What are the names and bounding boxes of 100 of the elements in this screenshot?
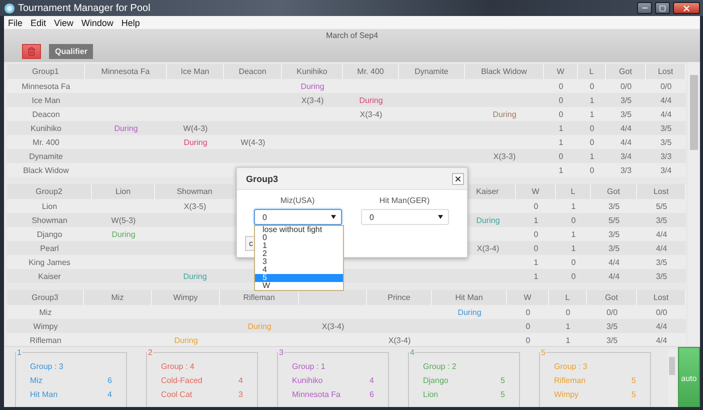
stat-value: 0 <box>558 96 564 104</box>
player-score: 6 <box>370 390 374 400</box>
group-label: Group : 4 <box>161 362 196 372</box>
column-header: W <box>532 187 540 196</box>
column-header: Black Widow <box>481 67 527 76</box>
match-result: X(3-4) <box>360 110 382 118</box>
menu-item[interactable]: Help <box>121 18 140 28</box>
scrollbar-thumb[interactable] <box>690 75 698 150</box>
column-header: L <box>565 293 570 302</box>
stat-value: 4/4 <box>620 124 632 132</box>
stat-value: 3/5 <box>620 96 632 104</box>
close-icon <box>454 174 462 182</box>
stat-value: 0 <box>558 82 564 90</box>
stat-value: 0 <box>571 258 576 266</box>
column-header: Prince <box>388 293 410 302</box>
match-status: During <box>248 322 272 330</box>
player-score: 4 <box>370 376 374 386</box>
stat-value: 1 <box>534 272 538 280</box>
stat-value: 4/4 <box>660 96 672 104</box>
column-header: Lion <box>115 187 131 196</box>
column-header: W <box>556 67 564 76</box>
column-header: Got <box>619 67 632 76</box>
column-header: Kunihiko <box>296 67 328 76</box>
column-header: Dynamite <box>414 67 448 76</box>
player-name: Mr. 400 <box>32 138 60 146</box>
player-name: Deacon <box>32 110 60 118</box>
player-score: 5 <box>632 390 636 400</box>
stat-value: 3/5 <box>608 230 620 238</box>
player-name: Miz <box>39 308 52 316</box>
stat-value: 0 <box>558 152 564 160</box>
match-status: During <box>300 82 324 90</box>
player-name: Lion <box>42 202 58 210</box>
player-name: Showman <box>32 216 68 224</box>
stat-value: 0 <box>571 216 576 224</box>
match-result: X(3-3) <box>493 152 516 160</box>
card-number: 2 <box>147 348 154 357</box>
qualifier-button[interactable]: Qualifier <box>49 44 94 59</box>
minimize-button[interactable] <box>637 2 652 14</box>
stat-value: 0 <box>590 82 594 90</box>
close-button[interactable] <box>673 2 700 14</box>
stat-value: 4/4 <box>656 322 668 330</box>
caret-icon <box>330 215 336 219</box>
caret-icon <box>438 215 442 219</box>
scrollbar[interactable] <box>688 62 700 346</box>
column-header: Lost <box>653 187 669 196</box>
scrollbar-thumb[interactable] <box>669 357 675 375</box>
stat-value: 1 <box>590 96 594 104</box>
stat-value: 0 <box>534 244 538 252</box>
match-result: W(4-3) <box>183 124 208 132</box>
menu-item[interactable]: File <box>8 18 23 28</box>
card-number: 1 <box>16 348 22 357</box>
stat-value: 1 <box>590 152 594 160</box>
stat-value: 3/4 <box>620 152 632 160</box>
stat-value: 4/4 <box>656 244 668 252</box>
player-name: Django <box>423 376 448 386</box>
stat-value: 3/5 <box>608 244 620 252</box>
player-score: 5 <box>500 390 505 400</box>
match-status: During <box>492 110 516 118</box>
stat-value: 0/0 <box>606 308 618 316</box>
stat-value: 0 <box>571 272 576 280</box>
scrollbar[interactable] <box>668 349 676 407</box>
card-number: 3 <box>278 348 284 357</box>
stat-value: 1 <box>558 138 564 146</box>
stat-value: 3/5 <box>608 202 620 210</box>
player-name: Dynamite <box>29 152 63 160</box>
player-name: Wimpy <box>554 390 578 400</box>
column-header: Got <box>607 187 620 196</box>
column-header: L <box>570 187 576 196</box>
stat-value: 3/5 <box>656 216 668 224</box>
match-result: X(3-5) <box>184 202 206 210</box>
stat-value: 1 <box>566 322 570 330</box>
match-result: X(3-4) <box>476 244 500 252</box>
menu-item[interactable]: Window <box>81 18 114 28</box>
column-header: W <box>524 293 532 302</box>
menu-item[interactable]: Edit <box>30 18 46 28</box>
maximize-button[interactable] <box>655 2 670 14</box>
score-select[interactable]: 0 <box>360 209 448 225</box>
stat-value: 0 <box>566 308 570 316</box>
player-score: 3 <box>238 390 243 400</box>
stat-value: 1 <box>571 202 576 210</box>
stat-value: 3/5 <box>656 258 668 266</box>
stat-value: 3/4 <box>660 166 672 174</box>
stat-value: 3/3 <box>660 152 672 160</box>
stat-value: 4/4 <box>620 138 632 146</box>
stat-value: 1 <box>534 258 538 266</box>
stat-value: 4/4 <box>656 336 668 344</box>
match-result: W(4-3) <box>240 138 266 146</box>
column-header: Hit Man <box>455 293 483 302</box>
stat-value: 3/5 <box>660 138 672 146</box>
stat-value: 0 <box>590 138 594 146</box>
menu-item[interactable]: View <box>54 18 74 28</box>
stat-value: 1 <box>558 166 564 174</box>
delete-button[interactable] <box>22 44 41 59</box>
close-button[interactable] <box>452 172 464 184</box>
player-name: King James <box>28 258 70 266</box>
player-score: 5 <box>632 376 636 386</box>
card-number: 4 <box>409 348 416 357</box>
stat-value: 1 <box>571 230 576 238</box>
player-name: Rifleman <box>30 336 62 344</box>
tournament-title: March of Sep4 <box>326 31 378 40</box>
